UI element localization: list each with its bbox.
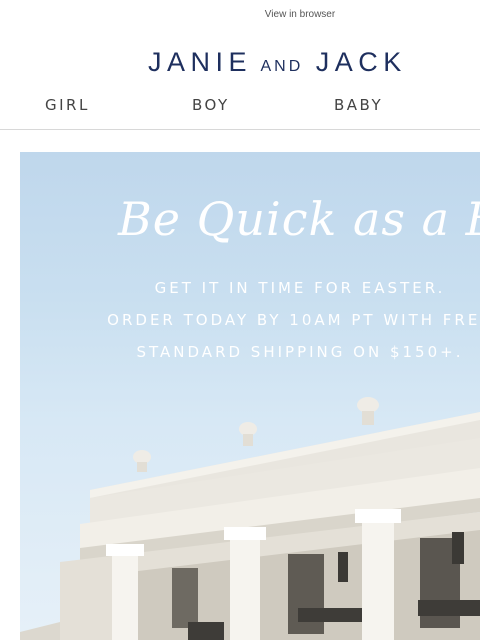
logo-word-and: AND [260,58,304,75]
logo-word-janie: JANIE [148,47,253,77]
hero-banner[interactable]: Be Quick as a Bunny GET IT IN TIME FOR E… [20,152,480,640]
brand-logo[interactable]: JANIE AND JACK [148,47,407,77]
nav-item-boy[interactable]: BOY [192,96,230,114]
category-nav: GIRL BOY BABY [0,96,480,116]
logo-word-jack: JACK [315,47,407,77]
hero-line-3: STANDARD SHIPPING ON $150+. [136,343,464,361]
header-divider [0,129,480,130]
hero-line-1: GET IT IN TIME FOR EASTER. [154,279,446,297]
nav-item-girl[interactable]: GIRL [45,96,90,114]
hero-headline: Be Quick as a Bunny [118,192,480,246]
view-in-browser-link[interactable]: View in browser [0,9,480,20]
hero-line-2: ORDER TODAY BY 10AM PT WITH FREE [107,311,480,329]
nav-item-baby[interactable]: BABY [334,96,383,114]
